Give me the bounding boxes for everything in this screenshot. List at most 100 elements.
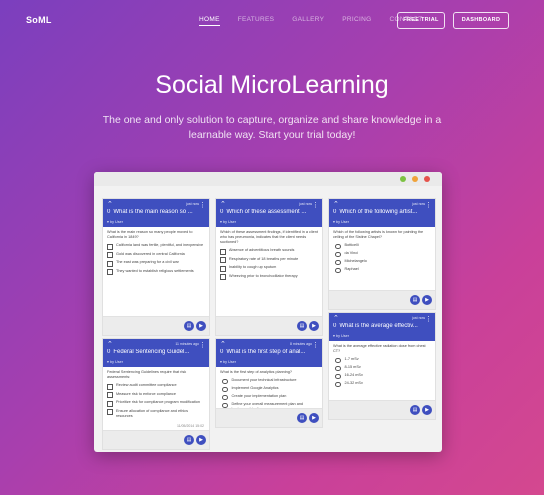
question-card[interactable]: ⌃ 8 minutes ago ⋮ 0 What is the first ste… — [215, 338, 323, 428]
question-card[interactable]: ⌃ just now ⋮ 0 What is the average effect… — [328, 312, 436, 420]
answer-option[interactable]: Absence of adventitious breath sounds — [220, 248, 318, 255]
radio-button[interactable] — [222, 378, 228, 384]
answer-option[interactable]: Raphael — [333, 267, 431, 273]
card-body: Which of these assessment findings, if i… — [216, 227, 322, 285]
card-title: 0 Federal Sentencing Guidel... — [107, 349, 199, 355]
answer-option[interactable]: They wanted to establish religious settl… — [107, 269, 205, 275]
send-icon[interactable]: ▶ — [196, 435, 206, 445]
answer-option[interactable]: Inability to cough up sputum — [220, 265, 318, 272]
answer-option[interactable]: 16-24 mSv — [333, 373, 431, 379]
radio-button[interactable] — [335, 357, 341, 363]
answer-option[interactable]: Ensure allocation of compliance and ethi… — [107, 409, 205, 419]
more-options-icon[interactable]: ⋮ — [199, 342, 206, 349]
radio-button[interactable] — [335, 259, 341, 265]
card-title: 0 Which of these assessment ... — [220, 209, 312, 215]
question-card[interactable]: ⌃ just now ⋮ 0 Which of these assessment … — [215, 198, 323, 336]
answer-option[interactable]: Implement Google Analytics — [220, 386, 318, 392]
question-card[interactable]: ⌃ 11 minutes ago ⋮ 0 Federal Sentencing G… — [102, 338, 210, 450]
brand-logo[interactable]: SoML — [26, 15, 52, 25]
answer-option[interactable]: Create your implementation plan — [220, 394, 318, 400]
radio-button[interactable] — [335, 365, 341, 371]
radio-button[interactable] — [335, 243, 341, 249]
radio-button[interactable] — [335, 251, 341, 257]
question-card[interactable]: ⌃ just now ⋮ 0 Which of the following art… — [328, 198, 436, 310]
nav-features[interactable]: FEATURES — [238, 16, 275, 26]
comment-icon[interactable]: ▤ — [184, 321, 194, 331]
nav-gallery[interactable]: GALLERY — [292, 16, 324, 26]
radio-button[interactable] — [335, 381, 341, 387]
comment-icon[interactable]: ▤ — [410, 295, 420, 305]
checkbox[interactable] — [107, 400, 113, 407]
card-time: just now — [412, 202, 425, 206]
dashboard-button[interactable]: DASHBOARD — [453, 12, 509, 29]
nav-pricing[interactable]: PRICING — [342, 16, 371, 26]
answer-option[interactable]: Prioritize risk for compliance program m… — [107, 400, 205, 407]
checkbox[interactable] — [107, 383, 113, 390]
answer-option[interactable]: Document your technical infrastructure — [220, 378, 318, 384]
option-label: Raphael — [344, 267, 359, 271]
chevron-up-icon[interactable]: ⌃ — [333, 314, 339, 322]
more-options-icon[interactable]: ⋮ — [312, 342, 319, 349]
checkbox[interactable] — [107, 409, 113, 415]
comment-icon[interactable]: ▤ — [297, 321, 307, 331]
answer-option[interactable]: Botticelli — [333, 243, 431, 249]
card-vote-count: 0 — [333, 209, 337, 215]
radio-button[interactable] — [335, 267, 341, 273]
answer-option[interactable]: Gold was discovered in central Californi… — [107, 252, 205, 258]
radio-button[interactable] — [335, 373, 341, 379]
checkbox[interactable] — [220, 248, 226, 255]
card-title-text: Federal Sentencing Guidel... — [113, 349, 190, 355]
comment-icon[interactable]: ▤ — [410, 405, 420, 415]
chevron-up-icon[interactable]: ⌃ — [220, 200, 226, 208]
chevron-up-icon[interactable]: ⌃ — [220, 340, 226, 348]
send-icon[interactable]: ▶ — [309, 413, 319, 423]
answer-option[interactable]: California land was fertile, plentiful, … — [107, 243, 205, 250]
card-author-text: by User — [335, 334, 350, 338]
card-header: ⌃ just now ⋮ 0 Which of these assessment … — [216, 199, 322, 227]
answer-option[interactable]: Michelangelo — [333, 259, 431, 265]
checkbox[interactable] — [220, 265, 226, 272]
card-title: 0 What is the average effectiv... — [333, 323, 425, 329]
option-label: The east was preparing for a civil war — [116, 260, 179, 264]
checkbox[interactable] — [107, 243, 113, 250]
answer-option[interactable]: Respiratory rate of 18 breaths per minut… — [220, 257, 318, 263]
send-icon[interactable]: ▶ — [422, 295, 432, 305]
chevron-up-icon[interactable]: ⌃ — [333, 200, 339, 208]
answer-option[interactable]: da Vinci — [333, 251, 431, 257]
answer-option[interactable]: 8-15 mSv — [333, 365, 431, 371]
send-icon[interactable]: ▶ — [422, 405, 432, 415]
checkbox[interactable] — [107, 260, 113, 267]
radio-button[interactable] — [222, 394, 228, 400]
card-vote-count: 0 — [333, 323, 337, 329]
more-options-icon[interactable]: ⋮ — [425, 316, 432, 323]
option-label: 16-24 mSv — [344, 373, 363, 377]
send-icon[interactable]: ▶ — [196, 321, 206, 331]
answer-option[interactable]: Wheezing prior to bronchodilator therapy — [220, 274, 318, 280]
chevron-up-icon[interactable]: ⌃ — [107, 340, 113, 348]
more-options-icon[interactable]: ⋮ — [312, 202, 319, 209]
question-card[interactable]: ⌃ just now ⋮ 0 What is the main reason so… — [102, 198, 210, 336]
radio-button[interactable] — [222, 386, 228, 392]
more-options-icon[interactable]: ⋮ — [199, 202, 206, 209]
card-question: Federal Sentencing Guidelines require th… — [107, 370, 187, 379]
checkbox[interactable] — [107, 252, 113, 258]
answer-option[interactable]: 1-7 mSv — [333, 357, 431, 363]
nav-home[interactable]: HOME — [199, 16, 220, 26]
answer-option[interactable]: The east was preparing for a civil war — [107, 260, 205, 267]
card-vote-count: 0 — [220, 209, 224, 215]
card-header: ⌃ just now ⋮ 0 What is the average effect… — [329, 313, 435, 341]
more-options-icon[interactable]: ⋮ — [425, 202, 432, 209]
answer-option[interactable]: 24-32 mSv — [333, 381, 431, 387]
checkbox[interactable] — [107, 269, 113, 275]
answer-option[interactable]: Measure risk to enforce compliance — [107, 392, 205, 398]
free-trial-button[interactable]: FREE TRIAL — [397, 12, 445, 29]
answer-option[interactable]: Review audit committee compliance — [107, 383, 205, 390]
checkbox[interactable] — [107, 392, 113, 398]
checkbox[interactable] — [220, 274, 226, 280]
send-icon[interactable]: ▶ — [309, 321, 319, 331]
chevron-up-icon[interactable]: ⌃ — [107, 200, 113, 208]
comment-icon[interactable]: ▤ — [297, 413, 307, 423]
comment-icon[interactable]: ▤ — [184, 435, 194, 445]
card-title-text: Which of the following artist... — [339, 209, 418, 215]
checkbox[interactable] — [220, 257, 226, 263]
